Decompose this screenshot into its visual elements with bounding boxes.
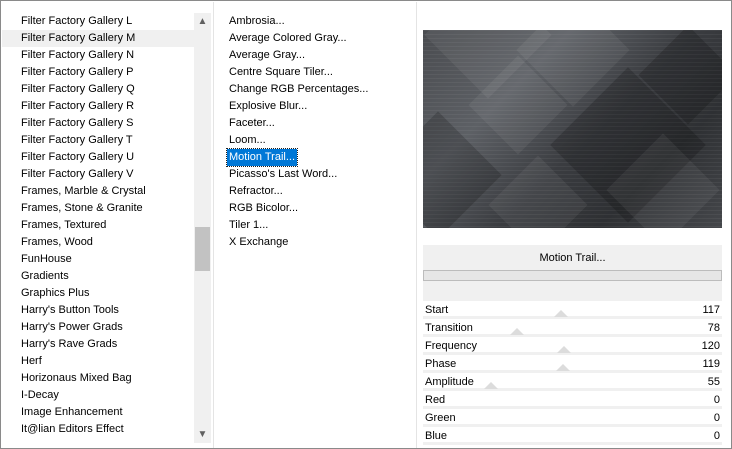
category-scrollbar[interactable]: ▲ ▼ xyxy=(194,13,211,443)
toolbar-band xyxy=(423,281,722,301)
parameter-sliders: Start 117 Transition 78 Frequency 120 Phase 119… xyxy=(423,301,722,445)
category-item[interactable]: Filter Factory Gallery Q xyxy=(2,81,194,98)
preview-image xyxy=(423,30,722,228)
param-slider-start[interactable]: Start 117 xyxy=(423,301,722,319)
filter-item[interactable]: X Exchange xyxy=(227,234,290,251)
category-item[interactable]: I-Decay xyxy=(2,387,194,404)
category-list-panel: Filter Factory Gallery L Filter Factory G… xyxy=(2,2,212,448)
filter-item[interactable]: Change RGB Percentages... xyxy=(227,81,370,98)
filter-item[interactable]: Ambrosia... xyxy=(227,13,287,30)
param-slider-green[interactable]: Green 0 xyxy=(423,409,722,427)
preview-panel: Motion Trail... Start 117 Transition 78 Freq… xyxy=(417,2,731,448)
param-slider-blue[interactable]: Blue 0 xyxy=(423,427,722,445)
param-slider-transition[interactable]: Transition 78 xyxy=(423,319,722,337)
category-item[interactable]: Filter Factory Gallery R xyxy=(2,98,194,115)
category-item[interactable]: Gradients xyxy=(2,268,194,285)
filter-item[interactable]: Explosive Blur... xyxy=(227,98,309,115)
filter-list-panel: Ambrosia... Average Colored Gray... Averag… xyxy=(214,2,414,448)
filter-item[interactable]: Picasso's Last Word... xyxy=(227,166,339,183)
category-item[interactable]: Graphics Plus xyxy=(2,285,194,302)
category-item[interactable]: Harry's Rave Grads xyxy=(2,336,194,353)
category-item[interactable]: Filter Factory Gallery N xyxy=(2,47,194,64)
category-item[interactable]: Filter Factory Gallery L xyxy=(2,13,194,30)
category-item[interactable]: Filter Factory Gallery S xyxy=(2,115,194,132)
slider-track[interactable] xyxy=(423,442,722,445)
chevron-down-icon[interactable]: ▼ xyxy=(194,426,211,443)
category-item[interactable]: Horizonaus Mixed Bag xyxy=(2,370,194,387)
scrollbar-thumb[interactable] xyxy=(195,227,210,271)
category-item[interactable]: Image Enhancement xyxy=(2,404,194,421)
slider-thumb[interactable] xyxy=(484,382,498,389)
category-item[interactable]: Filter Factory Gallery P xyxy=(2,64,194,81)
filter-item[interactable]: RGB Bicolor... xyxy=(227,200,300,217)
category-item[interactable]: Filter Factory Gallery M xyxy=(2,30,194,47)
category-item[interactable]: Filter Factory Gallery T xyxy=(2,132,194,149)
param-slider-red[interactable]: Red 0 xyxy=(423,391,722,409)
param-slider-amplitude[interactable]: Amplitude 55 xyxy=(423,373,722,391)
filter-item[interactable]: Loom... xyxy=(227,132,268,149)
filter-item[interactable]: Faceter... xyxy=(227,115,277,132)
filter-item[interactable]: Average Colored Gray... xyxy=(227,30,349,47)
category-item[interactable]: Frames, Stone & Granite xyxy=(2,200,194,217)
slider-thumb[interactable] xyxy=(557,346,571,353)
category-item[interactable]: Frames, Marble & Crystal xyxy=(2,183,194,200)
category-item[interactable]: Frames, Textured xyxy=(2,217,194,234)
category-list[interactable]: Filter Factory Gallery L Filter Factory G… xyxy=(2,13,194,438)
category-item[interactable]: Harry's Button Tools xyxy=(2,302,194,319)
category-item[interactable]: Frames, Wood xyxy=(2,234,194,251)
slider-thumb[interactable] xyxy=(554,310,568,317)
category-item[interactable]: It@lian Editors Effect xyxy=(2,421,194,438)
filter-title: Motion Trail... xyxy=(423,245,722,271)
slider-thumb[interactable] xyxy=(556,364,570,371)
filter-dialog: Filter Factory Gallery L Filter Factory G… xyxy=(0,0,732,449)
category-item[interactable]: FunHouse xyxy=(2,251,194,268)
filter-item[interactable]: Centre Square Tiler... xyxy=(227,64,335,81)
param-slider-frequency[interactable]: Frequency 120 xyxy=(423,337,722,355)
progress-bar xyxy=(423,270,722,281)
filter-item[interactable]: Average Gray... xyxy=(227,47,307,64)
filter-item[interactable]: Motion Trail... xyxy=(225,148,299,167)
filter-item[interactable]: Tiler 1... xyxy=(227,217,270,234)
category-item[interactable]: Filter Factory Gallery U xyxy=(2,149,194,166)
category-item[interactable]: Herf xyxy=(2,353,194,370)
slider-thumb[interactable] xyxy=(510,328,524,335)
filter-item[interactable]: Refractor... xyxy=(227,183,285,200)
param-slider-phase[interactable]: Phase 119 xyxy=(423,355,722,373)
category-item[interactable]: Harry's Power Grads xyxy=(2,319,194,336)
chevron-up-icon[interactable]: ▲ xyxy=(194,13,211,30)
category-item[interactable]: Filter Factory Gallery V xyxy=(2,166,194,183)
filter-list[interactable]: Ambrosia... Average Colored Gray... Averag… xyxy=(225,13,370,251)
